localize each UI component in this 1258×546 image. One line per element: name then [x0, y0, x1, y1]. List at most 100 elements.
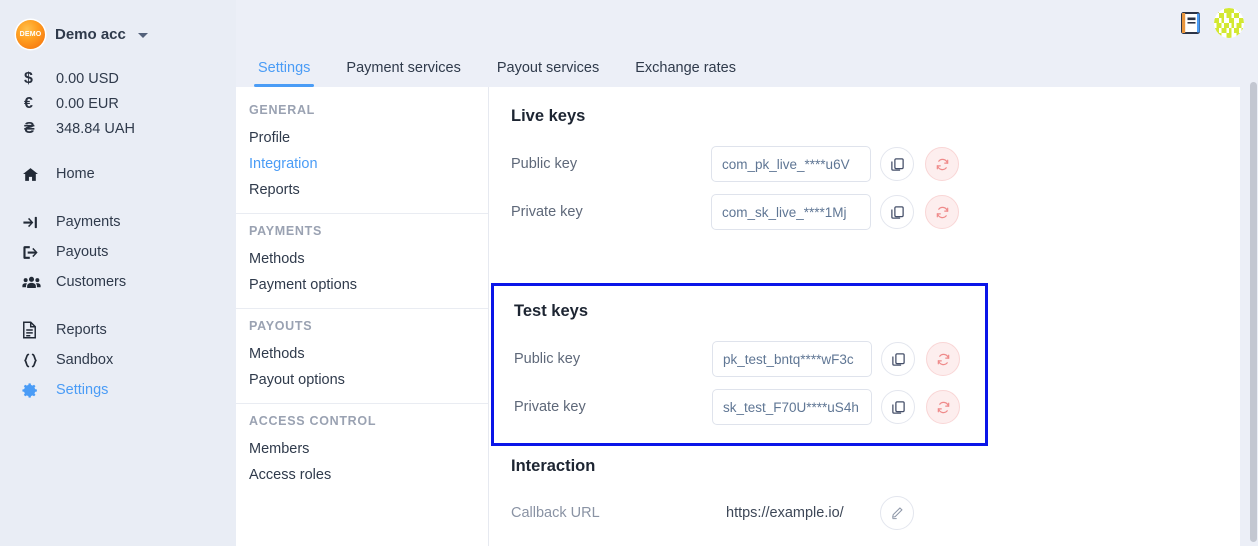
- refresh-icon: [936, 352, 951, 367]
- live-public-key-row: Public key com_pk_live_****u6V: [511, 140, 1240, 188]
- subnav-section-access-control: ACCESS CONTROL Members Access roles: [236, 404, 488, 498]
- callback-url-value: https://example.io/: [726, 505, 844, 521]
- balance-amount-usd: 0.00 USD: [56, 70, 119, 87]
- test-public-key-input[interactable]: pk_test_bntq****wF3c: [712, 341, 872, 377]
- subnav-item-reports[interactable]: Reports: [236, 177, 488, 203]
- callback-url-row: Callback URL https://example.io/: [511, 490, 981, 536]
- live-private-key-label: Private key: [511, 204, 583, 220]
- interaction-section: Interaction Callback URL https://example…: [511, 457, 981, 536]
- sidebar-item-label: Payments: [56, 214, 121, 230]
- subnav-item-integration[interactable]: Integration: [236, 151, 488, 177]
- subnav-item-access-roles[interactable]: Access roles: [236, 462, 488, 488]
- copy-test-private-key-button[interactable]: [881, 390, 915, 424]
- account-avatar: DEMO: [14, 17, 47, 51]
- subnav-item-members[interactable]: Members: [236, 436, 488, 462]
- account-switcher[interactable]: DEMO Demo acc: [0, 12, 236, 52]
- payouts-arrow-out-icon: [22, 244, 56, 261]
- sidebar-item-payouts[interactable]: Payouts: [0, 237, 236, 267]
- regenerate-test-private-key-button[interactable]: [926, 390, 960, 424]
- balance-amount-eur: 0.00 EUR: [56, 95, 119, 112]
- sandbox-braces-icon: [22, 352, 56, 369]
- subnav-section-payments: PAYMENTS Methods Payment options: [236, 214, 488, 309]
- pencil-icon: [890, 506, 904, 520]
- test-keys-highlight-box: Test keys Public key pk_test_bntq****wF3…: [491, 283, 988, 446]
- regenerate-live-public-key-button[interactable]: [925, 147, 959, 181]
- left-sidebar: DEMO Demo acc $ 0.00 USD € 0.00 EUR ₴ 34…: [0, 0, 236, 546]
- refresh-icon: [935, 157, 950, 172]
- tab-payout-services[interactable]: Payout services: [479, 60, 617, 87]
- book-icon[interactable]: [1180, 11, 1202, 35]
- settings-card: GENERAL Profile Integration Reports PAYM…: [236, 87, 1240, 546]
- currency-symbol-eur: €: [24, 94, 33, 112]
- live-public-key-label: Public key: [511, 156, 578, 172]
- tab-bar: Settings Payment services Payout service…: [236, 40, 1258, 87]
- interaction-title: Interaction: [511, 457, 596, 475]
- sidebar-item-home[interactable]: Home: [0, 159, 236, 189]
- copy-icon: [891, 352, 906, 367]
- refresh-icon: [935, 205, 950, 220]
- subnav-item-profile[interactable]: Profile: [236, 125, 488, 151]
- refresh-icon: [936, 400, 951, 415]
- tab-exchange-rates[interactable]: Exchange rates: [617, 60, 754, 87]
- regenerate-live-private-key-button[interactable]: [925, 195, 959, 229]
- account-badge-text: DEMO: [19, 30, 42, 38]
- tab-settings[interactable]: Settings: [240, 60, 328, 87]
- copy-test-public-key-button[interactable]: [881, 342, 915, 376]
- top-bar-icons: [1180, 8, 1244, 38]
- subnav-section-title: PAYMENTS: [249, 224, 322, 238]
- subnav-item-payout-methods[interactable]: Methods: [236, 341, 488, 367]
- subnav-item-payout-options[interactable]: Payout options: [236, 367, 488, 393]
- sidebar-nav-secondary: Payments Payouts Customers: [0, 207, 236, 297]
- subnav-item-payment-options[interactable]: Payment options: [236, 272, 488, 298]
- subnav-section-payouts: PAYOUTS Methods Payout options: [236, 309, 488, 404]
- test-public-key-label: Public key: [514, 351, 581, 367]
- sidebar-item-label: Customers: [56, 274, 127, 290]
- customers-people-icon: [22, 274, 56, 291]
- copy-icon: [891, 400, 906, 415]
- regenerate-test-public-key-button[interactable]: [926, 342, 960, 376]
- sidebar-item-payments[interactable]: Payments: [0, 207, 236, 237]
- integration-content: Live keys Public key com_pk_live_****u6V: [489, 87, 1240, 546]
- reports-document-icon: [22, 321, 56, 339]
- app-root: DEMO Demo acc $ 0.00 USD € 0.00 EUR ₴ 34…: [0, 0, 1258, 546]
- copy-live-private-key-button[interactable]: [880, 195, 914, 229]
- sidebar-item-settings[interactable]: Settings: [0, 375, 236, 405]
- sidebar-item-customers[interactable]: Customers: [0, 267, 236, 297]
- currency-symbol-usd: $: [24, 69, 33, 87]
- tab-label: Payment services: [346, 60, 461, 76]
- top-bar: [236, 0, 1258, 40]
- test-public-key-row: Public key pk_test_bntq****wF3c: [514, 335, 985, 383]
- test-private-key-label: Private key: [514, 399, 586, 415]
- copy-icon: [890, 157, 905, 172]
- user-identicon-avatar[interactable]: [1214, 8, 1244, 38]
- sidebar-item-reports[interactable]: Reports: [0, 315, 236, 345]
- subnav-item-payment-methods[interactable]: Methods: [236, 246, 488, 272]
- subnav-section-general: GENERAL Profile Integration Reports: [236, 93, 488, 214]
- balance-row: $ 0.00 USD: [0, 66, 236, 91]
- tab-label: Settings: [258, 60, 311, 76]
- copy-icon: [890, 205, 905, 220]
- page-scrollbar-thumb[interactable]: [1250, 82, 1257, 542]
- sidebar-item-label: Reports: [56, 322, 107, 338]
- balance-row: ₴ 348.84 UAH: [0, 116, 236, 141]
- test-private-key-input[interactable]: sk_test_F70U****uS4h: [712, 389, 872, 425]
- page-scrollbar-track[interactable]: [1249, 40, 1258, 546]
- chevron-down-icon[interactable]: [137, 32, 148, 38]
- live-private-key-input[interactable]: com_sk_live_****1Mj: [711, 194, 871, 230]
- sidebar-item-label: Settings: [56, 382, 109, 398]
- balance-row: € 0.00 EUR: [0, 91, 236, 116]
- sidebar-item-label: Home: [56, 166, 95, 182]
- sidebar-item-sandbox[interactable]: Sandbox: [0, 345, 236, 375]
- test-keys-title: Test keys: [514, 302, 588, 320]
- main-region: Settings Payment services Payout service…: [236, 0, 1258, 546]
- currency-symbol-uah: ₴: [24, 119, 35, 137]
- live-public-key-input[interactable]: com_pk_live_****u6V: [711, 146, 871, 182]
- edit-callback-url-button[interactable]: [879, 496, 914, 530]
- sidebar-nav-tertiary: Reports Sandbox Settings: [0, 315, 236, 405]
- live-private-key-row: Private key com_sk_live_****1Mj: [511, 188, 1240, 236]
- account-name: Demo acc: [55, 25, 126, 43]
- copy-live-public-key-button[interactable]: [880, 147, 914, 181]
- tab-payment-services[interactable]: Payment services: [328, 60, 478, 87]
- subnav-section-title: PAYOUTS: [249, 319, 313, 333]
- tab-label: Exchange rates: [635, 60, 736, 76]
